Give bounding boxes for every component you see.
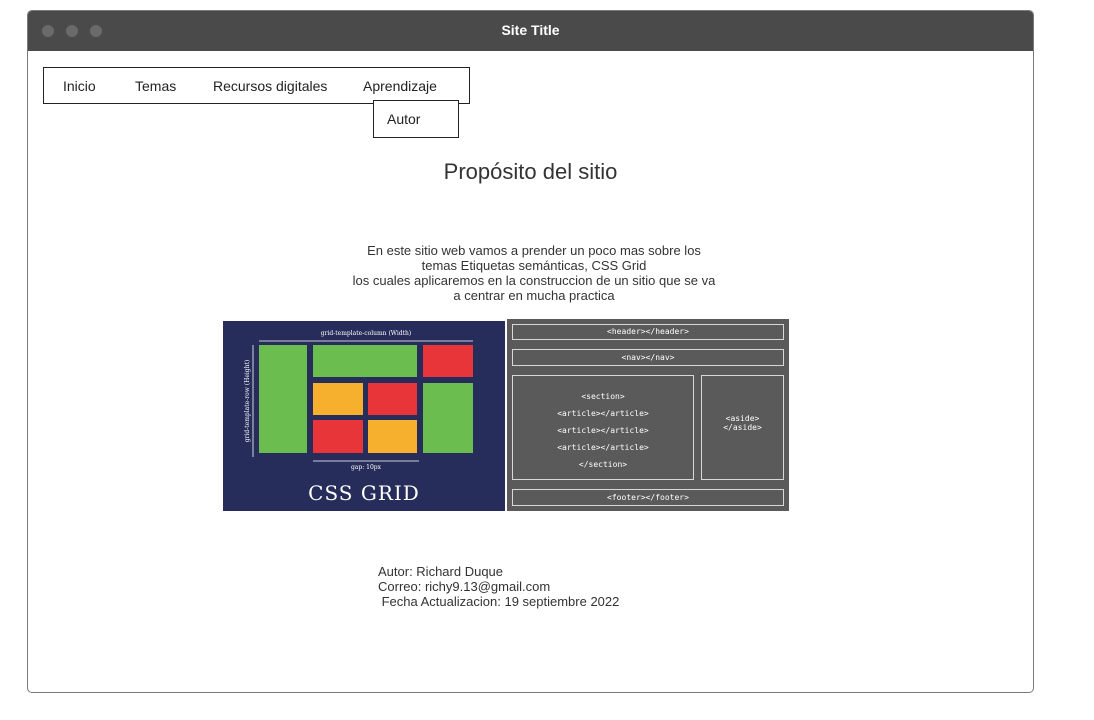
main-nav: Inicio Temas Recursos digitales Aprendiz… <box>43 67 470 104</box>
footer-tag: <footer></footer> <box>607 493 689 502</box>
title-bar: Site Title <box>28 11 1033 51</box>
grid-cell-red <box>368 383 417 415</box>
purpose-line: los cuales aplicaremos en la construccio… <box>352 273 716 288</box>
nav-item-recursos-digitales[interactable]: Recursos digitales <box>213 78 327 94</box>
section-close-tag: </section> <box>578 460 628 469</box>
purpose-line: temas Etiquetas semánticas, CSS Grid <box>421 258 647 273</box>
purpose-line: a centrar en mucha practica <box>453 288 615 303</box>
row-label: grid-template-row (Height) <box>244 360 251 443</box>
grid-cell-red <box>313 420 363 453</box>
grid-cell-orange <box>368 420 417 453</box>
aside-block: <aside> </aside> <box>701 375 784 480</box>
article-tag: <article></article> <box>557 443 649 452</box>
aprendizaje-dropdown: Autor <box>373 100 459 138</box>
nav-item-temas[interactable]: Temas <box>135 78 176 94</box>
grid-cell-green <box>313 345 417 377</box>
grid-cell-green <box>423 383 473 453</box>
css-grid-title: CSS GRID <box>308 481 420 505</box>
header-tag: <header></header> <box>607 327 689 336</box>
header-block: <header></header> <box>512 324 784 340</box>
site-purpose-text: En este sitio web vamos a prender un poc… <box>328 243 740 303</box>
grid-cell-red <box>423 345 473 377</box>
nav-item-aprendizaje[interactable]: Aprendizaje <box>363 78 437 94</box>
semantic-tags-illustration: <header></header> <nav></nav> <section> … <box>507 319 789 511</box>
author-info: Autor: Richard Duque Correo: richy9.13@g… <box>378 564 619 609</box>
browser-window: Site Title Inicio Temas Recursos digital… <box>27 10 1034 693</box>
aside-open-tag: <aside> <box>725 414 760 423</box>
nav-tag: <nav></nav> <box>621 353 675 362</box>
aside-close-tag: </aside> <box>723 423 762 432</box>
grid-cell-orange <box>313 383 363 415</box>
window-title: Site Title <box>501 22 560 38</box>
illustrations: grid-template-column (Width) grid-templa… <box>223 319 790 512</box>
gap-label: gap: 10px <box>351 464 382 471</box>
author-name: Autor: Richard Duque <box>378 564 504 579</box>
nav-block: <nav></nav> <box>512 349 784 366</box>
author-email: Correo: richy9.13@gmail.com <box>378 579 551 594</box>
purpose-line: En este sitio web vamos a prender un poc… <box>367 243 701 258</box>
grid-cell-green <box>259 345 307 453</box>
section-open-tag: <section> <box>581 392 625 401</box>
last-updated: Fecha Actualizacion: 19 septiembre 2022 <box>378 594 620 609</box>
article-tag: <article></article> <box>557 409 649 418</box>
nav-item-inicio[interactable]: Inicio <box>63 78 96 94</box>
section-block: <section> <article></article> <article><… <box>512 375 694 480</box>
footer-block: <footer></footer> <box>512 489 784 506</box>
article-tag: <article></article> <box>557 426 649 435</box>
column-label: grid-template-column (Width) <box>321 330 411 337</box>
page-title: Propósito del sitio <box>443 159 618 184</box>
dropdown-item-autor[interactable]: Autor <box>387 111 420 127</box>
css-grid-illustration: grid-template-column (Width) grid-templa… <box>223 321 505 511</box>
